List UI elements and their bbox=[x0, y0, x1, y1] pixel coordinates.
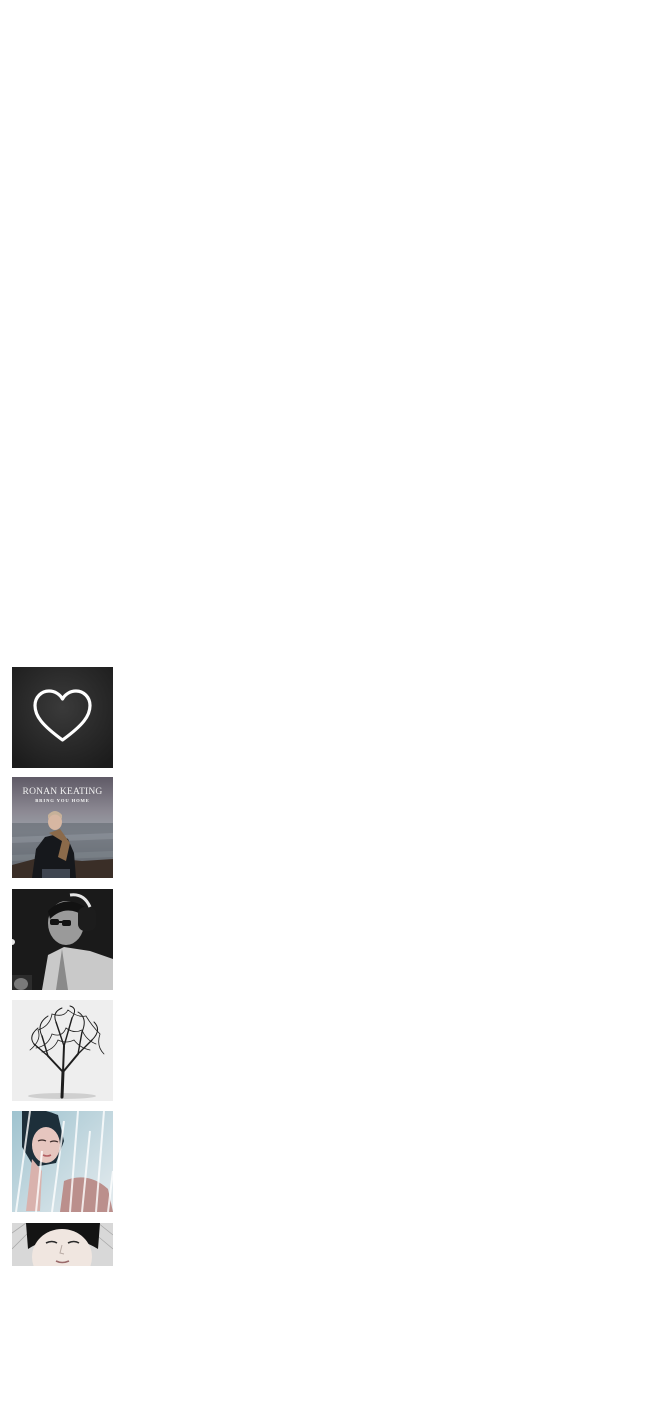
album-cover-tree[interactable] bbox=[12, 1000, 113, 1101]
app-page: RONAN KEATING BRING YOU HOME bbox=[0, 0, 651, 1407]
album-cover-art bbox=[12, 1000, 113, 1101]
album-cover-face-portrait[interactable] bbox=[12, 1223, 113, 1266]
album-cover-bring-you-home[interactable]: RONAN KEATING BRING YOU HOME bbox=[12, 777, 113, 878]
album-cover-reeds-portrait[interactable] bbox=[12, 1111, 113, 1212]
album-cover-art bbox=[12, 777, 113, 878]
playlist-artwork-list: RONAN KEATING BRING YOU HOME bbox=[12, 667, 113, 1266]
album-cover-art bbox=[12, 1223, 113, 1266]
album-cover-art bbox=[12, 889, 113, 990]
liked-songs-artwork bbox=[12, 667, 113, 768]
album-cover-art bbox=[12, 1111, 113, 1212]
album-cover-headphones[interactable] bbox=[12, 889, 113, 990]
liked-songs-thumbnail[interactable] bbox=[12, 667, 113, 768]
